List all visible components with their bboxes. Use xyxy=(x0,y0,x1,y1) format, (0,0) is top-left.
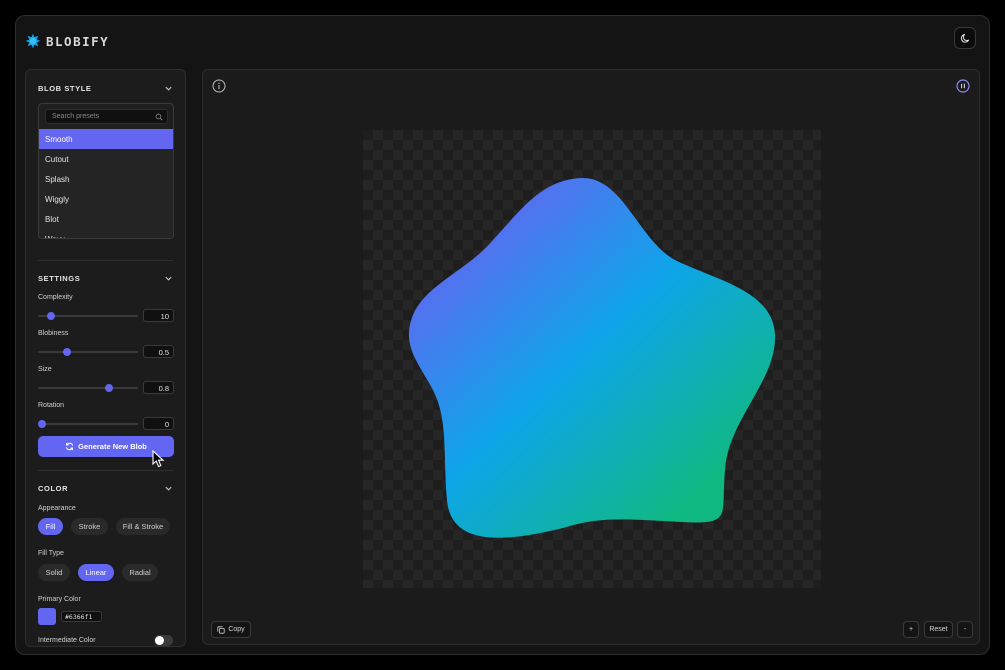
canvas-panel: Copy + Reset - xyxy=(202,69,980,645)
size-slider[interactable] xyxy=(38,384,138,392)
copy-label: Copy xyxy=(228,626,245,633)
size-value-input[interactable]: 0.8 xyxy=(143,381,174,394)
preset-list: Search presets Smooth Cutout Splash Wigg… xyxy=(38,103,174,239)
blob-style-header[interactable]: BLOB STYLE xyxy=(38,84,173,93)
color-header[interactable]: COLOR xyxy=(38,484,173,493)
primary-color-hex-input[interactable]: #6366f1 xyxy=(61,611,102,622)
slider-thumb[interactable] xyxy=(62,348,71,356)
blob-shape[interactable] xyxy=(363,130,821,588)
preset-item-cutout[interactable]: Cutout xyxy=(39,149,173,169)
preset-search-input[interactable]: Search presets xyxy=(45,109,168,124)
preset-item-wiggly[interactable]: Wiggly xyxy=(39,189,173,209)
moon-icon xyxy=(960,33,969,43)
primary-color-swatch[interactable] xyxy=(38,608,56,625)
appearance-fill-stroke-button[interactable]: Fill & Stroke xyxy=(116,518,170,535)
preset-item-blot[interactable]: Blot xyxy=(39,209,173,229)
copy-icon xyxy=(217,625,225,634)
slider-thumb[interactable] xyxy=(47,312,56,320)
search-icon xyxy=(155,113,163,121)
chevron-down-icon xyxy=(165,86,172,91)
blob-style-title: BLOB STYLE xyxy=(38,84,92,93)
sidebar-panel: BLOB STYLE Search presets Smooth Cutout … xyxy=(25,69,186,647)
zoom-out-button[interactable]: - xyxy=(957,621,973,638)
rotation-slider[interactable] xyxy=(38,420,138,428)
fill-type-label: Fill Type xyxy=(38,550,64,557)
appearance-fill-button[interactable]: Fill xyxy=(38,518,63,535)
size-label: Size xyxy=(38,366,52,373)
complexity-label: Complexity xyxy=(38,294,73,301)
slider-thumb[interactable] xyxy=(105,384,114,392)
settings-title: SETTINGS xyxy=(38,274,81,283)
mouse-cursor-icon xyxy=(152,450,165,468)
appearance-label: Appearance xyxy=(38,505,76,512)
preset-item-splash[interactable]: Splash xyxy=(39,169,173,189)
complexity-slider[interactable] xyxy=(38,312,138,320)
refresh-icon xyxy=(65,442,74,451)
blobiness-value-input[interactable]: 0.5 xyxy=(143,345,174,358)
fill-type-linear-button[interactable]: Linear xyxy=(78,564,114,581)
section-divider xyxy=(38,470,173,471)
logo: BLOBIFY xyxy=(25,33,109,49)
primary-color-label: Primary Color xyxy=(38,596,81,603)
chevron-down-icon xyxy=(165,486,172,491)
color-title: COLOR xyxy=(38,484,69,493)
blob-logo-icon xyxy=(25,33,41,49)
fill-type-radial-button[interactable]: Radial xyxy=(122,564,158,581)
app-header: BLOBIFY xyxy=(16,16,989,66)
rotation-value-input[interactable]: 0 xyxy=(143,417,174,430)
rotation-label: Rotation xyxy=(38,402,65,409)
settings-header[interactable]: SETTINGS xyxy=(38,274,173,283)
complexity-value-input[interactable]: 10 xyxy=(143,309,174,322)
toggle-knob xyxy=(155,636,164,645)
intermediate-color-toggle[interactable] xyxy=(154,635,173,646)
copy-button[interactable]: Copy xyxy=(211,621,251,638)
pause-icon[interactable] xyxy=(956,79,970,93)
theme-toggle-button[interactable] xyxy=(954,27,976,49)
app-window: BLOBIFY BLOB STYLE Search presets Smooth… xyxy=(15,15,990,655)
chevron-down-icon xyxy=(165,276,172,281)
info-icon[interactable] xyxy=(212,79,226,93)
blobiness-slider[interactable] xyxy=(38,348,138,356)
intermediate-color-label: Intermediate Color xyxy=(38,637,96,644)
fill-type-solid-button[interactable]: Solid xyxy=(38,564,70,581)
zoom-in-button[interactable]: + xyxy=(903,621,919,638)
app-name: BLOBIFY xyxy=(46,33,110,49)
generate-blob-label: Generate New Blob xyxy=(78,442,147,451)
slider-thumb[interactable] xyxy=(38,420,46,428)
section-divider xyxy=(38,260,173,261)
reset-zoom-button[interactable]: Reset xyxy=(924,621,953,638)
appearance-stroke-button[interactable]: Stroke xyxy=(71,518,108,535)
preset-item-smooth[interactable]: Smooth xyxy=(39,129,173,149)
preset-item-wavy[interactable]: Wavy xyxy=(39,229,173,238)
blobiness-label: Blobiness xyxy=(38,330,69,337)
